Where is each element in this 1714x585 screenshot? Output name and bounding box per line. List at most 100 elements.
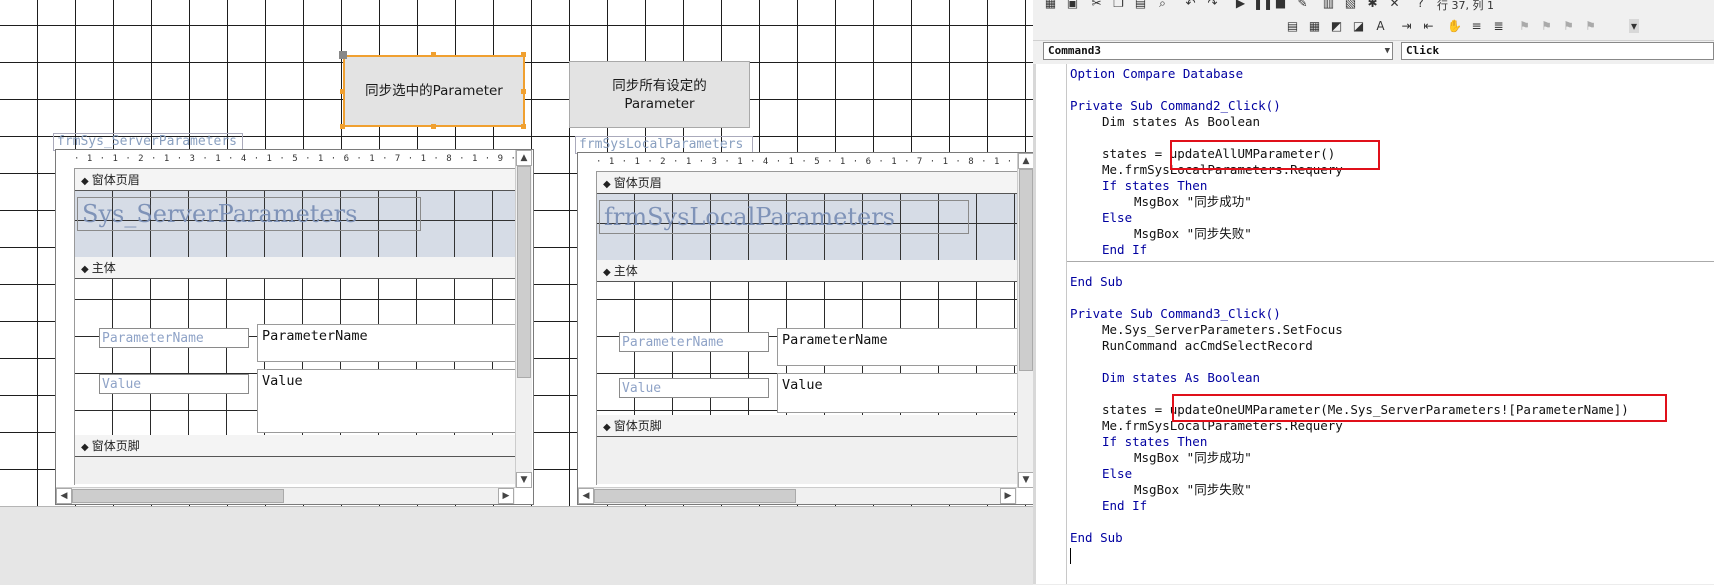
- list-properties-icon[interactable]: ▤: [1285, 19, 1300, 33]
- chevron-down-icon[interactable]: ▼: [1385, 43, 1390, 59]
- run-icon[interactable]: ▶: [1233, 0, 1248, 10]
- outdent-icon[interactable]: ⇤: [1421, 19, 1436, 33]
- scroll-down-icon[interactable]: ▼: [516, 472, 532, 488]
- vertical-scrollbar[interactable]: ▲ ▼: [515, 150, 532, 488]
- form-footer-bar[interactable]: ◆ 窗体页脚: [75, 435, 515, 457]
- form-footer-bar[interactable]: ◆ 窗体页脚: [597, 415, 1017, 437]
- indent-icon[interactable]: ⇥: [1399, 19, 1414, 33]
- resize-handle-bottom-left[interactable]: [340, 124, 345, 129]
- save-icon[interactable]: ▣: [1065, 0, 1080, 10]
- code-line[interactable]: RunCommand acCmdSelectRecord: [1102, 338, 1313, 354]
- server-title-label[interactable]: Sys_ServerParameters: [77, 197, 421, 231]
- code-line[interactable]: Else: [1102, 466, 1132, 482]
- resize-handle-right[interactable]: [521, 89, 526, 94]
- local-subform-body[interactable]: ◆ 窗体页眉 frmSysLocalParameters ◆ 主体 Paramete…: [597, 172, 1017, 484]
- list-constants-icon[interactable]: ▦: [1307, 19, 1322, 33]
- code-line[interactable]: Dim states As Boolean: [1102, 114, 1260, 130]
- sync-all-button[interactable]: 同步所有设定的 Parameter: [569, 61, 750, 128]
- value-textbox[interactable]: Value: [777, 373, 1017, 413]
- code-line[interactable]: End If: [1102, 242, 1147, 258]
- reset-icon[interactable]: ■: [1273, 0, 1288, 10]
- code-line[interactable]: End If: [1102, 498, 1147, 514]
- code-line[interactable]: MsgBox "同步失败": [1134, 482, 1252, 498]
- toolbox-icon[interactable]: ✕: [1387, 0, 1402, 10]
- scroll-up-icon[interactable]: ▲: [516, 150, 532, 166]
- resize-handle-top-right[interactable]: [521, 52, 526, 57]
- resize-handle-bottom-right[interactable]: [521, 124, 526, 129]
- toggle-breakpoint-icon[interactable]: ✋: [1447, 19, 1462, 33]
- horizontal-scrollbar[interactable]: ◀ ▶: [56, 487, 515, 504]
- paste-icon[interactable]: ▤: [1133, 0, 1148, 10]
- properties-icon[interactable]: ▧: [1343, 0, 1358, 10]
- local-subform[interactable]: · 1 · 1 · 2 · 1 · 3 · 1 · 4 · 1 · 5 · 1 …: [577, 152, 1035, 505]
- code-line[interactable]: MsgBox "同步成功": [1134, 194, 1252, 210]
- quick-info-icon[interactable]: ◩: [1329, 19, 1344, 33]
- break-icon[interactable]: ❚❚: [1253, 0, 1273, 10]
- parametername-label[interactable]: ParameterName: [99, 328, 249, 348]
- code-line[interactable]: Private Sub Command3_Click(): [1070, 306, 1281, 322]
- horizontal-scrollbar[interactable]: ◀ ▶: [578, 487, 1017, 504]
- scroll-thumb[interactable]: [72, 489, 284, 503]
- previous-bookmark-icon[interactable]: ⚑: [1561, 19, 1576, 33]
- code-line[interactable]: End Sub: [1070, 530, 1123, 546]
- detail-bar[interactable]: ◆ 主体: [597, 260, 1017, 282]
- scroll-up-icon[interactable]: ▲: [1018, 153, 1034, 169]
- uncomment-block-icon[interactable]: ≣: [1491, 19, 1506, 33]
- selection-move-handle[interactable]: [339, 51, 347, 59]
- scroll-thumb[interactable]: [594, 489, 796, 503]
- form-header-bar[interactable]: ◆ 窗体页眉: [75, 169, 515, 191]
- procedure-dropdown[interactable]: Click: [1401, 42, 1714, 60]
- scroll-left-icon[interactable]: ◀: [56, 488, 72, 504]
- next-bookmark-icon[interactable]: ⚑: [1539, 19, 1554, 33]
- server-subform[interactable]: · 1 · 1 · 2 · 1 · 3 · 1 · 4 · 1 · 5 · 1 …: [55, 149, 534, 505]
- value-textbox[interactable]: Value: [257, 369, 515, 433]
- insert-icon[interactable]: ▦: [1043, 0, 1058, 10]
- code-line[interactable]: If states Then: [1102, 434, 1207, 450]
- code-editor[interactable]: Option Compare Database Private Sub Comm…: [1033, 64, 1714, 584]
- code-margin[interactable]: [1036, 64, 1067, 584]
- toolbar-options-icon[interactable]: ▾: [1629, 19, 1639, 33]
- code-line[interactable]: End Sub: [1070, 274, 1123, 290]
- form-footer-section[interactable]: [75, 457, 515, 484]
- vertical-scrollbar[interactable]: ▲ ▼: [1017, 153, 1034, 488]
- form-design-canvas[interactable]: 同步选中的Parameter 同步所有设定的 Parameter frmSys_…: [0, 0, 1035, 506]
- form-header-bar[interactable]: ◆ 窗体页眉: [597, 172, 1017, 194]
- form-header-section[interactable]: frmSysLocalParameters: [597, 194, 1017, 260]
- form-footer-section[interactable]: [597, 437, 1017, 484]
- subform-selector[interactable]: [578, 153, 597, 172]
- scroll-right-icon[interactable]: ▶: [498, 488, 514, 504]
- scroll-thumb[interactable]: [517, 166, 531, 378]
- complete-word-icon[interactable]: A: [1373, 19, 1388, 33]
- scroll-thumb[interactable]: [1019, 169, 1033, 371]
- subform-selector[interactable]: [56, 150, 75, 169]
- code-line[interactable]: MsgBox "同步失败": [1134, 226, 1252, 242]
- code-line[interactable]: Dim states As Boolean: [1102, 370, 1260, 386]
- scroll-right-icon[interactable]: ▶: [1000, 488, 1016, 504]
- copy-icon[interactable]: ❐: [1111, 0, 1126, 10]
- sync-selected-button[interactable]: 同步选中的Parameter: [343, 55, 525, 127]
- code-line[interactable]: Private Sub Command2_Click(): [1070, 98, 1281, 114]
- design-mode-icon[interactable]: ✎: [1295, 0, 1310, 10]
- cut-icon[interactable]: ✂: [1089, 0, 1104, 10]
- code-line[interactable]: Me.Sys_ServerParameters.SetFocus: [1102, 322, 1343, 338]
- code-line[interactable]: MsgBox "同步成功": [1134, 450, 1252, 466]
- help-icon[interactable]: ?: [1413, 0, 1428, 10]
- code-line[interactable]: If states Then: [1102, 178, 1207, 194]
- scroll-down-icon[interactable]: ▼: [1018, 472, 1034, 488]
- resize-handle-bottom[interactable]: [431, 124, 436, 129]
- vba-code-window[interactable]: ▦ ▣ ✂ ❐ ▤ ⌕ ↶ ↷ ▶ ❚❚ ■ ✎ ▥ ▧ ✱ ✕ ? 行 37,…: [1033, 0, 1714, 584]
- parameter-info-icon[interactable]: ◪: [1351, 19, 1366, 33]
- redo-icon[interactable]: ↷: [1205, 0, 1220, 10]
- undo-icon[interactable]: ↶: [1183, 0, 1198, 10]
- server-subform-body[interactable]: ◆ 窗体页眉 Sys_ServerParameters ◆ 主体 Parameter…: [75, 169, 515, 484]
- resize-handle-left[interactable]: [340, 89, 345, 94]
- parametername-textbox[interactable]: ParameterName: [257, 324, 515, 362]
- resize-handle-top[interactable]: [431, 52, 436, 57]
- value-label[interactable]: Value: [619, 378, 769, 398]
- project-explorer-icon[interactable]: ▥: [1321, 0, 1336, 10]
- comment-block-icon[interactable]: ≡: [1469, 19, 1484, 33]
- scroll-left-icon[interactable]: ◀: [578, 488, 594, 504]
- form-header-section[interactable]: Sys_ServerParameters: [75, 191, 515, 257]
- code-line[interactable]: Else: [1102, 210, 1132, 226]
- parametername-textbox[interactable]: ParameterName: [777, 328, 1017, 366]
